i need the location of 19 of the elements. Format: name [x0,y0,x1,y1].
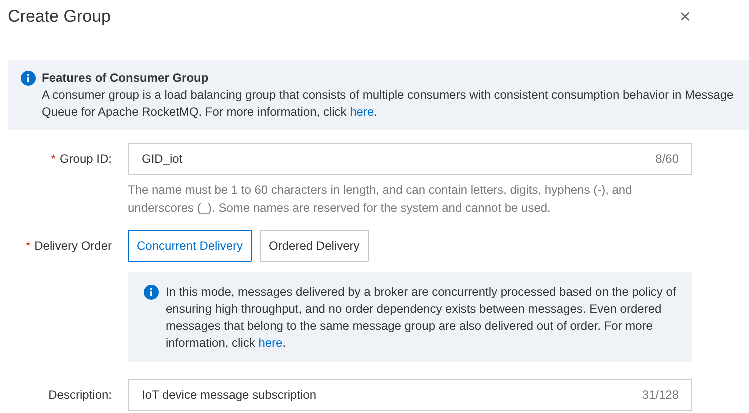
field-label: Description: [48,388,112,402]
dialog-title: Create Group [8,7,111,27]
group-id-field[interactable]: GID_iot 8/60 [128,143,692,175]
info-icon [144,285,159,300]
field-label: Delivery Order [34,239,112,253]
required-mark: * [51,152,56,166]
delivery-option[interactable]: Ordered Delivery [260,230,369,262]
here-link[interactable]: here [258,336,283,350]
notice-text: A consumer group is a load balancing group that consists of multiple consumers with consistent consumption behavior in Message Queue for Apache RocketMQ. For more information, click here. [42,87,735,121]
info-text: In this mode, messages delivered by a broker are concurrently processed based on the policy of ensuring high throughput, and no order dependency exists between messages. Even ordered messages that belong to the same message group are also delivered out of order. For more information, click here. [166,284,678,352]
notice-title: Features of Consumer Group [42,70,210,87]
delivery-option[interactable]: Concurrent Delivery [128,230,252,262]
close-button[interactable]: × [676,8,695,26]
required-mark: * [26,239,31,253]
field-label: Group ID: [60,152,112,166]
description-field[interactable]: IoT device message subscription 31/128 [128,379,692,411]
field-hint: The name must be 1 to 60 characters in length, and can contain letters, digits, hyphens (-), and underscores (_). Some names are reserved for the system and cannot be used. [128,182,634,217]
here-link[interactable]: here [350,105,374,119]
info-icon [21,71,36,86]
